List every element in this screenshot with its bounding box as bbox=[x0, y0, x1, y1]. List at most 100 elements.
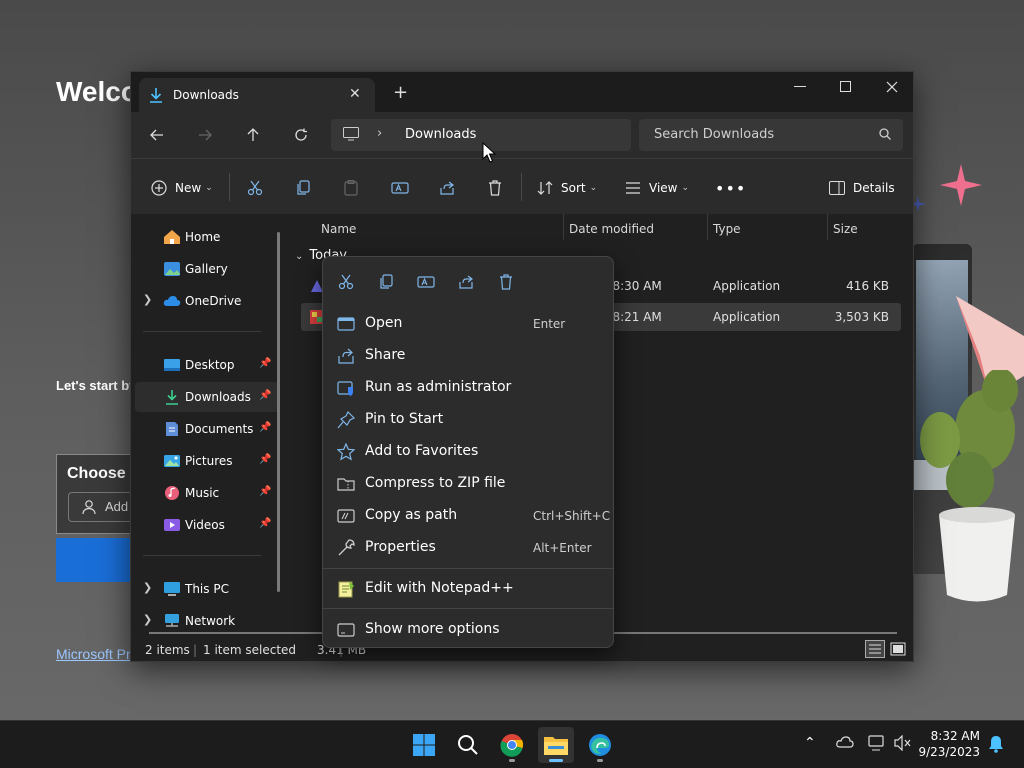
sidebar-item-music[interactable]: Music 📌 bbox=[135, 478, 279, 508]
cut-button[interactable] bbox=[247, 177, 263, 199]
menu-item-edit-notepadpp[interactable]: Edit with Notepad++ bbox=[329, 574, 609, 604]
edge-primary-button[interactable] bbox=[56, 538, 136, 582]
edge-privacy-link[interactable]: Microsoft Privacy bbox=[56, 646, 136, 662]
breadcrumb-chevron-icon[interactable]: › bbox=[377, 126, 382, 141]
search-box[interactable]: Search Downloads bbox=[639, 119, 903, 151]
delete-button[interactable] bbox=[487, 177, 503, 199]
address-bar[interactable]: › Downloads bbox=[331, 119, 631, 151]
computer-icon bbox=[164, 582, 180, 596]
menu-item-compress-zip[interactable]: Compress to ZIP file bbox=[329, 469, 609, 499]
new-button[interactable]: New ⌄ bbox=[151, 177, 213, 199]
copy-button[interactable] bbox=[295, 177, 311, 199]
sidebar-item-pictures[interactable]: Pictures 📌 bbox=[135, 446, 279, 476]
volume-muted-icon[interactable] bbox=[894, 735, 912, 751]
pin-icon[interactable]: 📌 bbox=[259, 454, 271, 465]
pin-icon[interactable]: 📌 bbox=[259, 422, 271, 433]
details-label: Details bbox=[853, 181, 895, 195]
taskbar-search-button[interactable] bbox=[450, 727, 486, 763]
menu-label: Edit with Notepad++ bbox=[365, 580, 514, 596]
menu-label: Add to Favorites bbox=[365, 443, 479, 459]
sidebar-item-documents[interactable]: Documents 📌 bbox=[135, 414, 279, 444]
sidebar-item-desktop[interactable]: Desktop 📌 bbox=[135, 350, 279, 380]
menu-item-add-to-favorites[interactable]: Add to Favorites bbox=[329, 437, 609, 467]
paste-button[interactable] bbox=[343, 177, 359, 199]
pin-icon[interactable]: 📌 bbox=[259, 486, 271, 497]
context-share-button[interactable] bbox=[455, 271, 477, 293]
divider bbox=[229, 173, 230, 201]
up-button[interactable] bbox=[241, 124, 265, 146]
onedrive-cloud-icon[interactable] bbox=[836, 735, 854, 749]
tab-title: Downloads bbox=[173, 88, 239, 102]
forward-button[interactable] bbox=[193, 124, 217, 146]
menu-item-share[interactable]: Share bbox=[329, 341, 609, 371]
close-window-button[interactable] bbox=[869, 72, 915, 102]
share-button[interactable] bbox=[439, 177, 455, 199]
menu-item-run-as-admin[interactable]: Run as administrator bbox=[329, 373, 609, 403]
chevron-down-icon: ⌄ bbox=[205, 183, 213, 193]
user-icon bbox=[82, 500, 96, 515]
sidebar-scrollbar[interactable] bbox=[277, 232, 280, 592]
divider[interactable] bbox=[827, 214, 828, 240]
pin-icon[interactable]: 📌 bbox=[259, 518, 271, 529]
search-icon bbox=[458, 735, 478, 755]
column-header-name[interactable]: Name bbox=[321, 222, 356, 236]
arrow-right-icon bbox=[199, 129, 212, 141]
sidebar-item-videos[interactable]: Videos 📌 bbox=[135, 510, 279, 540]
view-button[interactable]: View ⌄ bbox=[625, 177, 689, 199]
menu-item-open[interactable]: Open Enter bbox=[329, 309, 609, 339]
minimize-button[interactable] bbox=[777, 72, 823, 102]
more-options-button[interactable]: ••• bbox=[715, 177, 746, 199]
share-icon bbox=[459, 275, 473, 289]
refresh-button[interactable] bbox=[289, 124, 313, 146]
chevron-right-icon[interactable]: ❯ bbox=[143, 581, 152, 594]
taskbar-edge[interactable] bbox=[582, 727, 618, 763]
sidebar-item-gallery[interactable]: Gallery bbox=[135, 254, 279, 284]
show-hidden-icons-chevron-icon[interactable]: ⌃ bbox=[804, 735, 816, 751]
sidebar-item-downloads[interactable]: Downloads 📌 bbox=[135, 382, 279, 412]
divider[interactable] bbox=[563, 214, 564, 240]
divider[interactable] bbox=[707, 214, 708, 240]
notification-bell-icon[interactable] bbox=[988, 735, 1004, 753]
chevron-down-icon: ⌄ bbox=[589, 183, 598, 193]
sidebar-item-onedrive[interactable]: ❯ OneDrive bbox=[135, 286, 279, 316]
sort-button[interactable]: Sort ⌄ bbox=[537, 177, 597, 199]
breadcrumb-downloads[interactable]: Downloads bbox=[405, 127, 476, 142]
column-header-size[interactable]: Size bbox=[833, 222, 858, 236]
back-button[interactable] bbox=[145, 124, 169, 146]
column-header-type[interactable]: Type bbox=[713, 222, 741, 236]
divider bbox=[323, 608, 613, 609]
column-header-date[interactable]: Date modified bbox=[569, 222, 654, 236]
cell-size: 3,503 KB bbox=[834, 310, 889, 324]
menu-item-pin-to-start[interactable]: Pin to Start bbox=[329, 405, 609, 435]
divider bbox=[143, 331, 261, 332]
sidebar-item-home[interactable]: Home bbox=[135, 222, 279, 252]
close-tab-icon[interactable]: ✕ bbox=[349, 86, 361, 102]
tiles-view-icon[interactable] bbox=[889, 640, 907, 658]
sidebar-item-thispc[interactable]: ❯ This PC bbox=[135, 574, 279, 604]
chevron-right-icon[interactable]: ❯ bbox=[143, 613, 152, 626]
context-delete-button[interactable] bbox=[495, 271, 517, 293]
network-icon bbox=[165, 614, 179, 627]
network-status-icon[interactable] bbox=[868, 735, 886, 751]
start-button[interactable] bbox=[406, 727, 442, 763]
taskbar-file-explorer[interactable] bbox=[538, 727, 574, 763]
new-tab-button[interactable]: + bbox=[393, 82, 408, 103]
rename-button[interactable] bbox=[391, 177, 409, 199]
copy-icon bbox=[380, 274, 393, 289]
pin-icon[interactable]: 📌 bbox=[259, 390, 271, 401]
maximize-button[interactable] bbox=[823, 72, 869, 102]
chevron-right-icon[interactable]: ❯ bbox=[143, 293, 152, 306]
context-copy-button[interactable] bbox=[375, 271, 397, 293]
pin-icon[interactable]: 📌 bbox=[259, 358, 271, 369]
menu-item-show-more-options[interactable]: Show more options bbox=[329, 615, 609, 645]
taskbar-chrome[interactable] bbox=[494, 727, 530, 763]
sidebar-label: Gallery bbox=[185, 262, 228, 276]
context-cut-button[interactable] bbox=[335, 271, 357, 293]
system-clock[interactable]: 8:32 AM 9/23/2023 bbox=[914, 728, 980, 760]
menu-item-copy-as-path[interactable]: Copy as path Ctrl+Shift+C bbox=[329, 501, 610, 531]
context-rename-button[interactable] bbox=[415, 271, 437, 293]
details-pane-button[interactable]: Details bbox=[829, 177, 895, 199]
tab-downloads[interactable]: Downloads ✕ bbox=[139, 78, 375, 112]
menu-item-properties[interactable]: Properties Alt+Enter bbox=[329, 533, 609, 563]
details-view-icon[interactable] bbox=[865, 640, 886, 658]
